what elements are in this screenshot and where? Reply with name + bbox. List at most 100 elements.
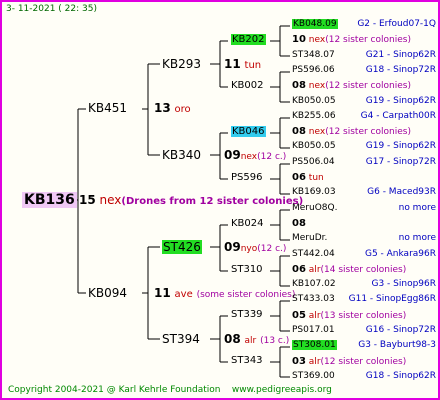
leaf-id: KB050.05 (292, 141, 336, 151)
leaf-row[interactable]: PS596.06 G18 - Sinop72R (292, 65, 436, 75)
leaf-right-label: G17 - Sinop72R (365, 157, 436, 167)
gen2-b-node[interactable]: KB340 (162, 148, 201, 162)
leaf-row[interactable]: 10 nex(12 sister colonies) (292, 34, 436, 45)
leaf-mating: nex (308, 35, 326, 45)
gen2-c-info: 09nyo(12 c.) (224, 240, 286, 254)
leaf-id: KB255.06 (292, 111, 336, 121)
leaf-row[interactable]: PS017.01 G16 - Sinop72R (292, 325, 436, 335)
leaf-row[interactable]: KB107.02 G3 - Sinop96R (292, 279, 436, 289)
leaf-mating: nex (308, 127, 326, 137)
leaf-row[interactable]: ST433.03 G11 - SinopEgg86R (292, 294, 436, 304)
leaf-row[interactable]: MeruDr. no more (292, 233, 436, 243)
root-node[interactable]: KB136 (22, 192, 77, 208)
gen3-b2-node[interactable]: PS596 (231, 172, 262, 183)
gen3-c2-node[interactable]: ST310 (231, 264, 263, 275)
gen2-d-queen-number: 08 (224, 332, 241, 346)
website-link[interactable]: www.pedigreeapis.org (232, 385, 332, 395)
footer: Copyright 2004-2021 @ Karl Kehrle Founda… (8, 385, 332, 395)
leaf-note: (14 sister colonies) (320, 265, 407, 275)
root-name: KB136 (22, 192, 77, 208)
leaf-queen-number: 03 (292, 356, 306, 367)
leaf-mating: alr (308, 357, 321, 367)
leaf-id: ST348.07 (292, 50, 335, 60)
gen1-top-info: 13 oro (154, 101, 191, 115)
gen3-a1-name: KB202 (231, 34, 266, 45)
leaf-right-label: no more (398, 233, 436, 243)
gen3-c1-node[interactable]: KB024 (231, 218, 264, 229)
leaf-row[interactable]: ST308.01 G3 - Bayburt98-3 (292, 340, 436, 350)
leaf-row[interactable]: 06 tun (292, 172, 436, 183)
leaf-row[interactable]: 03 alr(12 sister colonies) (292, 356, 436, 367)
leaf-id: ST308.01 (292, 340, 337, 350)
gen3-b1-node[interactable]: KB046 (231, 126, 266, 137)
leaf-row[interactable]: 08 (292, 218, 436, 229)
leaf-queen-number: 08 (292, 80, 306, 91)
leaf-right-label: G19 - Sinop62R (365, 96, 436, 106)
leaf-note: (12 sister colonies) (320, 357, 407, 367)
leaf-mating: alr (308, 311, 321, 321)
leaf-row[interactable]: PS506.04 G17 - Sinop72R (292, 157, 436, 167)
root-queen-number: 15 (79, 193, 96, 207)
leaf-mating: nex (308, 81, 326, 91)
leaf-row[interactable]: KB050.05 G19 - Sinop62R (292, 96, 436, 106)
gen2-c-mating: nyo (240, 244, 258, 254)
gen3-d2-node[interactable]: ST343 (231, 355, 263, 366)
gen2-c-queen-number: 09 (224, 240, 241, 254)
gen1-bottom-node[interactable]: KB094 (88, 286, 127, 300)
leaf-note: (12 sister colonies) (325, 127, 411, 137)
leaf-id: MeruDr. (292, 233, 328, 243)
leaf-queen-number: 06 (292, 172, 306, 183)
leaf-row[interactable]: 08 nex(12 sister colonies) (292, 80, 436, 91)
leaf-queen-number: 06 (292, 264, 306, 275)
gen2-c-note: (12 c.) (257, 244, 287, 254)
leaf-id: ST442.04 (292, 249, 335, 259)
leaf-right-label: G3 - Bayburt98-3 (358, 340, 436, 350)
gen2-b-note: (12 c.) (257, 152, 287, 162)
gen1-top-mating: oro (174, 104, 191, 115)
gen2-a-node[interactable]: KB293 (162, 57, 201, 71)
leaf-id: KB050.05 (292, 96, 336, 106)
gen2-c-name: ST426 (162, 240, 202, 254)
leaf-id: PS596.06 (292, 65, 335, 75)
leaf-row[interactable]: 08 nex(12 sister colonies) (292, 126, 436, 137)
gen1-bottom-mating: ave (174, 289, 193, 300)
leaf-row[interactable]: MeruO8Q. no more (292, 203, 436, 213)
leaf-row[interactable]: 05 alr(13 sister colonies) (292, 310, 436, 321)
leaf-right-label: G19 - Sinop62R (365, 141, 436, 151)
leaf-id: MeruO8Q. (292, 203, 338, 213)
leaf-row[interactable]: KB048.09 G2 - Erfoud07-1Q (292, 19, 436, 29)
leaf-note: (13 sister colonies) (320, 311, 407, 321)
gen2-d-info: 08 alr (13 c.) (224, 332, 289, 346)
leaf-id: KB048.09 (292, 19, 338, 29)
gen1-bottom-info: 11 ave (some sister colonies) (154, 286, 295, 300)
gen1-bottom-note: (some sister colonies) (196, 290, 296, 300)
leaf-row[interactable]: ST369.00 G18 - Sinop62R (292, 371, 436, 381)
leaf-id: KB107.02 (292, 279, 336, 289)
leaf-queen-number: 10 (292, 34, 306, 45)
copyright-text: Copyright 2004-2021 @ Karl Kehrle Founda… (8, 385, 221, 395)
gen2-b-queen-number: 09 (224, 148, 241, 162)
leaf-row[interactable]: KB255.06 G4 - Carpath00R (292, 111, 436, 121)
leaf-row[interactable]: ST442.04 G5 - Ankara96R (292, 249, 436, 259)
leaf-note: (12 sister colonies) (325, 81, 411, 91)
leaf-row[interactable]: KB169.03 G6 - Maced93R (292, 187, 436, 197)
leaf-queen-number: 08 (292, 218, 306, 229)
gen2-a-queen-number: 11 (224, 57, 241, 71)
timestamp: 3- 11-2021 ( 22: 35) (6, 4, 97, 14)
leaf-right-label: G18 - Sinop72R (365, 65, 436, 75)
gen2-c-node[interactable]: ST426 (162, 240, 202, 254)
gen3-a2-node[interactable]: KB002 (231, 80, 264, 91)
leaf-row[interactable]: ST348.07 G21 - Sinop62R (292, 50, 436, 60)
gen2-b-info: 09nex(12 c.) (224, 148, 286, 162)
gen2-b-mating: nex (240, 152, 258, 162)
leaf-row[interactable]: 06 alr(14 sister colonies) (292, 264, 436, 275)
gen1-bottom-queen-number: 11 (154, 286, 171, 300)
leaf-row[interactable]: KB050.05 G19 - Sinop62R (292, 141, 436, 151)
leaf-right-label: no more (398, 203, 436, 213)
gen3-d1-node[interactable]: ST339 (231, 309, 263, 320)
gen2-d-node[interactable]: ST394 (162, 332, 200, 346)
gen2-d-note: (13 c.) (260, 336, 290, 346)
gen3-a1-node[interactable]: KB202 (231, 34, 266, 45)
gen3-b1-name: KB046 (231, 126, 266, 137)
gen1-top-node[interactable]: KB451 (88, 101, 127, 115)
